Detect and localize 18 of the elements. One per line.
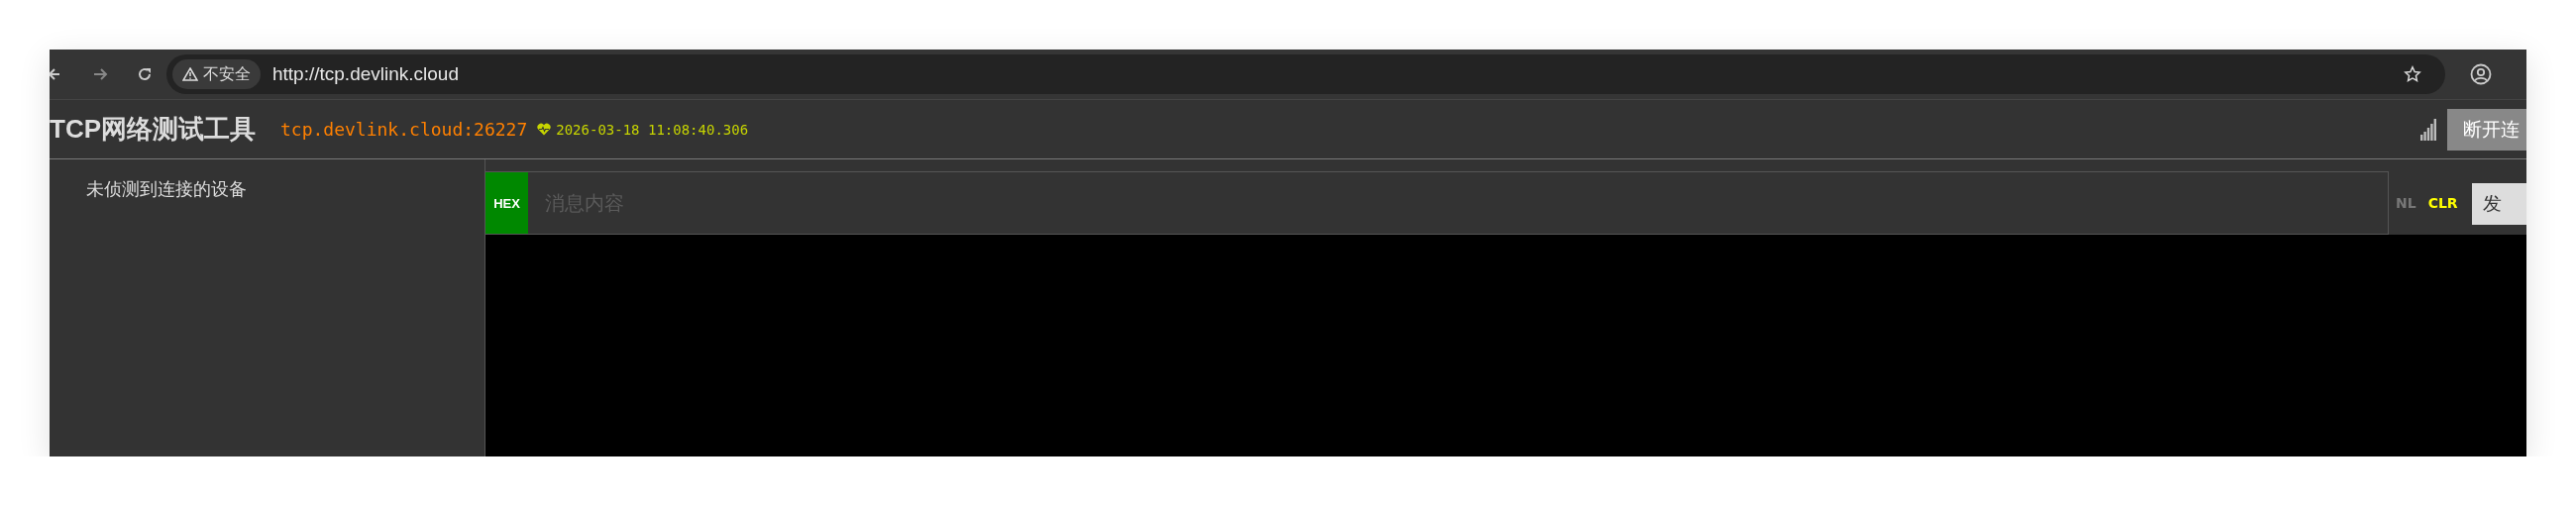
empty-message: 未侦测到连接的设备: [86, 179, 247, 199]
security-chip[interactable]: 不安全: [172, 59, 261, 89]
back-icon[interactable]: [50, 66, 61, 82]
heart-icon: [537, 123, 552, 136]
address-field[interactable]: http://tcp.devlink.cloud: [272, 63, 459, 85]
server-address: tcp.devlink.cloud:26227: [280, 119, 528, 140]
star-icon[interactable]: [2404, 65, 2421, 83]
signal-icon: [2420, 118, 2436, 141]
send-button[interactable]: 发: [2471, 183, 2526, 225]
app-title: TCP网络测试工具: [50, 113, 256, 146]
forward-icon[interactable]: [92, 66, 108, 82]
reload-icon[interactable]: [137, 66, 153, 82]
profile-icon[interactable]: [2470, 63, 2492, 85]
warning-icon: [182, 67, 198, 81]
clear-button[interactable]: CLR: [2427, 195, 2458, 211]
hex-toggle[interactable]: HEX: [485, 171, 528, 235]
disconnect-button[interactable]: 断开连: [2447, 108, 2526, 151]
timestamp: 2026-03-18 11:08:40.306: [556, 121, 749, 138]
